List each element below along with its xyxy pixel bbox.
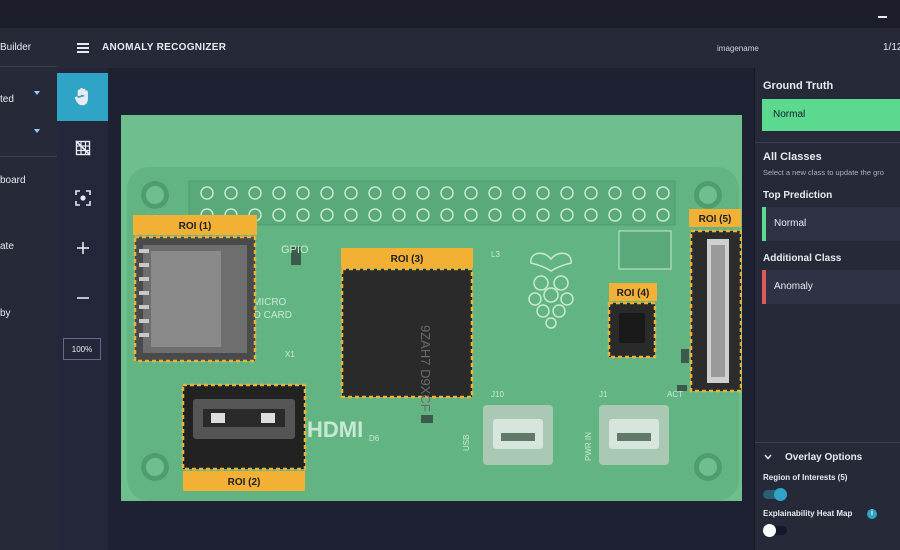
minimize-icon[interactable] [876, 6, 890, 20]
roi-4[interactable]: ROI (4) [607, 283, 657, 359]
usb-label: USB [462, 435, 471, 451]
d6-label: D6 [369, 434, 380, 443]
panel-divider [755, 442, 900, 443]
chevron-down-icon[interactable] [34, 91, 40, 95]
heatmap-toggle[interactable] [763, 524, 787, 537]
j1-label: J1 [599, 390, 608, 399]
app-header: ANOMALY RECOGNIZER imagename 1/12 [57, 28, 900, 69]
class-color-bar [762, 270, 766, 304]
roi-toggle[interactable] [763, 488, 787, 501]
nav-title: Builder [0, 42, 32, 53]
right-panel: Ground Truth Normal All Classes Select a… [754, 68, 900, 550]
nav-item-dashboard[interactable]: board [0, 175, 26, 186]
act-label: ACT [667, 390, 683, 399]
grid-off-icon [74, 140, 91, 156]
roi-3[interactable]: ROI (3) 9ZAH7 D9XCF [340, 248, 474, 412]
l3-label: L3 [491, 250, 500, 259]
class-color-bar [762, 207, 766, 241]
zoom-in-button[interactable] [57, 224, 108, 272]
zoom-out-button[interactable] [57, 274, 108, 322]
hand-icon [74, 88, 88, 106]
class-label: Normal [774, 218, 807, 229]
all-classes-heading: All Classes [763, 151, 822, 163]
overlay-options-heading[interactable]: Overlay Options [785, 452, 862, 463]
x1-label: X1 [285, 350, 295, 359]
hdmi-label: HDMI [307, 417, 363, 442]
zoom-out-icon [76, 297, 89, 299]
image-canvas[interactable]: GPIO MICRO SD CARD HDMI J10 J1 ACT X1 L3… [108, 68, 754, 550]
pan-tool-button[interactable] [57, 73, 108, 121]
roi-toggle-label: Region of Interests (5) [763, 473, 848, 482]
pwr-in-label: PWR IN [584, 432, 593, 461]
zoom-in-icon [76, 242, 89, 254]
page-counter: 1/12 [883, 42, 900, 53]
all-classes-hint: Select a new class to update the gro [763, 168, 884, 177]
usb-port [483, 405, 553, 465]
left-navigation: Builder ted board ate by [0, 28, 58, 550]
top-prediction-heading: Top Prediction [763, 190, 833, 201]
fit-to-screen-button[interactable] [57, 174, 108, 222]
roi-2[interactable]: ROI (2) [181, 383, 307, 491]
zoom-level-field[interactable]: 100% [63, 338, 101, 360]
gpio-header [188, 180, 676, 226]
class-label: Anomaly [774, 281, 813, 292]
tool-strip: 100% [57, 68, 109, 550]
ground-truth-heading: Ground Truth [763, 80, 834, 92]
roi-label: ROI (1) [179, 221, 212, 232]
panel-divider [755, 142, 900, 143]
power-port [599, 405, 669, 465]
ground-truth-value[interactable]: Normal [762, 99, 900, 131]
nav-item-template[interactable]: ate [0, 241, 14, 252]
board-image[interactable]: GPIO MICRO SD CARD HDMI J10 J1 ACT X1 L3… [121, 115, 742, 501]
nav-divider [0, 66, 57, 67]
image-name: imagename [717, 44, 759, 53]
class-option-normal[interactable]: Normal [762, 207, 900, 241]
chevron-down-icon[interactable] [764, 454, 772, 460]
gpio-label: GPIO [281, 244, 309, 256]
roi-label: ROI (3) [391, 254, 424, 265]
class-option-anomaly[interactable]: Anomaly [762, 270, 900, 304]
nav-item-1[interactable]: ted [0, 94, 14, 105]
info-icon[interactable]: i [867, 509, 877, 519]
microsd-label-1: MICRO [253, 297, 287, 308]
window-titlebar [0, 0, 900, 28]
roi-label: ROI (5) [699, 214, 732, 225]
heatmap-toggle-label: Explainability Heat Map [763, 509, 853, 518]
ground-truth-label: Normal [773, 109, 806, 120]
roi-5[interactable]: ROI (5) [689, 209, 742, 393]
additional-class-heading: Additional Class [763, 253, 842, 264]
grid-toggle-button[interactable] [57, 124, 108, 172]
nav-item-history[interactable]: by [0, 308, 11, 319]
page-title: ANOMALY RECOGNIZER [102, 42, 227, 53]
roi-label: ROI (2) [228, 477, 261, 488]
focus-icon [74, 190, 91, 206]
chip-marking: 9ZAH7 D9XCF [418, 325, 433, 412]
menu-icon[interactable] [77, 43, 89, 53]
roi-label: ROI (4) [617, 288, 650, 299]
nav-divider [0, 156, 57, 157]
roi-box[interactable] [340, 267, 474, 399]
j10-label: J10 [491, 390, 504, 399]
chevron-down-icon[interactable] [34, 129, 40, 133]
